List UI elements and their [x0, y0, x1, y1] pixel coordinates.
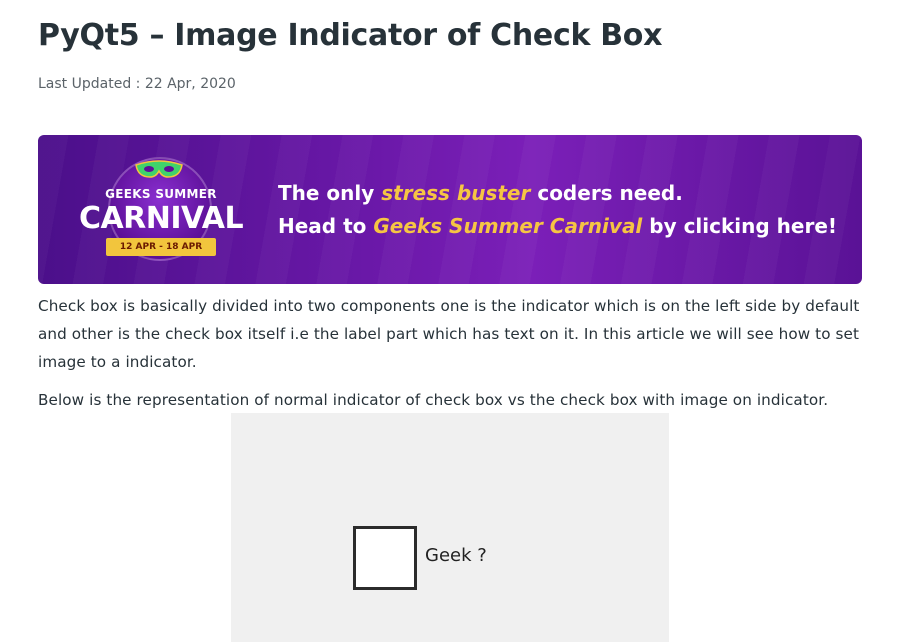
logo-geeks-text: GEEKS SUMMER	[105, 187, 217, 201]
checkbox-indicator[interactable]	[353, 526, 417, 590]
intro-paragraph: Check box is basically divided into two …	[38, 297, 860, 371]
banner-line-1-highlight: stress buster	[381, 181, 531, 205]
banner-line-2: Head to Geeks Summer Carnival by clickin…	[278, 210, 837, 243]
checkbox-label[interactable]: Geek ?	[425, 545, 487, 566]
checkbox-demo-image: Geek ?	[231, 413, 669, 642]
carnival-logo: GEEKS SUMMER CARNIVAL 12 APR - 18 APR	[76, 145, 246, 275]
last-updated: Last Updated : 22 Apr, 2020	[38, 76, 236, 92]
banner-line-2-pre: Head to	[278, 214, 374, 238]
banner-headline[interactable]: The only stress buster coders need. Head…	[278, 177, 837, 243]
banner-line-1-post: coders need.	[530, 181, 683, 205]
representation-paragraph: Below is the representation of normal in…	[38, 391, 829, 409]
logo-carnival-text: CARNIVAL	[78, 201, 244, 236]
banner-line-2-highlight: Geeks Summer Carnival	[373, 214, 643, 238]
mask-icon	[135, 160, 183, 178]
carnival-banner[interactable]: GEEKS SUMMER CARNIVAL 12 APR - 18 APR Th…	[38, 135, 862, 284]
logo-dates-ribbon: 12 APR - 18 APR	[106, 238, 216, 256]
banner-line-2-post: by clicking here!	[642, 214, 838, 238]
page-title: PyQt5 – Image Indicator of Check Box	[38, 18, 663, 53]
banner-line-1: The only stress buster coders need.	[278, 177, 837, 210]
banner-line-1-pre: The only	[278, 181, 382, 205]
